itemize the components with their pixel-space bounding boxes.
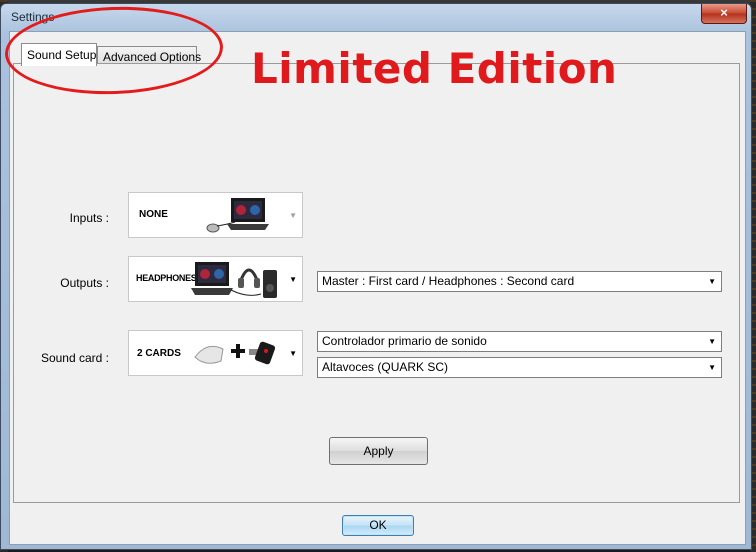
tab-sound-setup[interactable]: Sound Setup — [21, 43, 97, 66]
inputs-caption: NONE — [139, 209, 168, 220]
dialog-client-area: Sound Setup Advanced Options Inputs : NO… — [9, 31, 746, 545]
window-title: Settings — [11, 10, 55, 24]
laptop-mouse-icon — [206, 198, 269, 233]
outputs-mode-dropdown[interactable]: Master : First card / Headphones : Secon… — [317, 271, 722, 292]
inputs-image-selector[interactable]: NONE ▼ — [128, 192, 303, 238]
annotation-limited-edition: Limited Edition — [251, 44, 618, 93]
close-icon: × — [720, 5, 728, 20]
chevron-down-icon: ▼ — [708, 277, 716, 286]
ok-button[interactable]: OK — [342, 515, 414, 536]
sound-card-1-dropdown[interactable]: Controlador primario de sonido ▼ — [317, 331, 722, 352]
sound-card-image-selector[interactable]: 2 CARDS ▼ — [128, 330, 303, 376]
chevron-down-icon: ▼ — [708, 363, 716, 372]
sound-card-label: Sound card : — [40, 351, 109, 365]
tab-label: Advanced Options — [103, 50, 202, 64]
sound-card-2-value: Altavoces (QUARK SC) — [322, 360, 449, 374]
chevron-down-icon: ▼ — [289, 275, 297, 284]
chevron-down-icon: ▼ — [289, 349, 297, 358]
sound-card-1-value: Controlador primario de sonido — [322, 334, 487, 348]
two-sound-cards-icon — [194, 341, 276, 365]
settings-window: Settings × Sound Setup Advanced Options … — [0, 3, 752, 550]
chevron-down-icon: ▼ — [289, 211, 297, 220]
apply-button[interactable]: Apply — [329, 437, 428, 465]
chevron-down-icon: ▼ — [708, 337, 716, 346]
laptop-headphones-speaker-icon — [191, 262, 277, 298]
outputs-image-selector[interactable]: HEADPHONES ▼ — [128, 256, 303, 302]
outputs-mode-value: Master : First card / Headphones : Secon… — [322, 274, 575, 288]
outputs-label: Outputs : — [60, 276, 109, 290]
close-button[interactable]: × — [701, 4, 747, 24]
sound-card-2-dropdown[interactable]: Altavoces (QUARK SC) ▼ — [317, 357, 722, 378]
sound-setup-panel: Inputs : NONE ▼ Outputs : HEADPHONES ▼ M… — [13, 63, 740, 503]
inputs-label: Inputs : — [69, 211, 109, 225]
tab-label: Sound Setup — [27, 48, 97, 62]
sound-card-caption: 2 CARDS — [137, 348, 181, 359]
outputs-caption: HEADPHONES — [136, 273, 197, 283]
